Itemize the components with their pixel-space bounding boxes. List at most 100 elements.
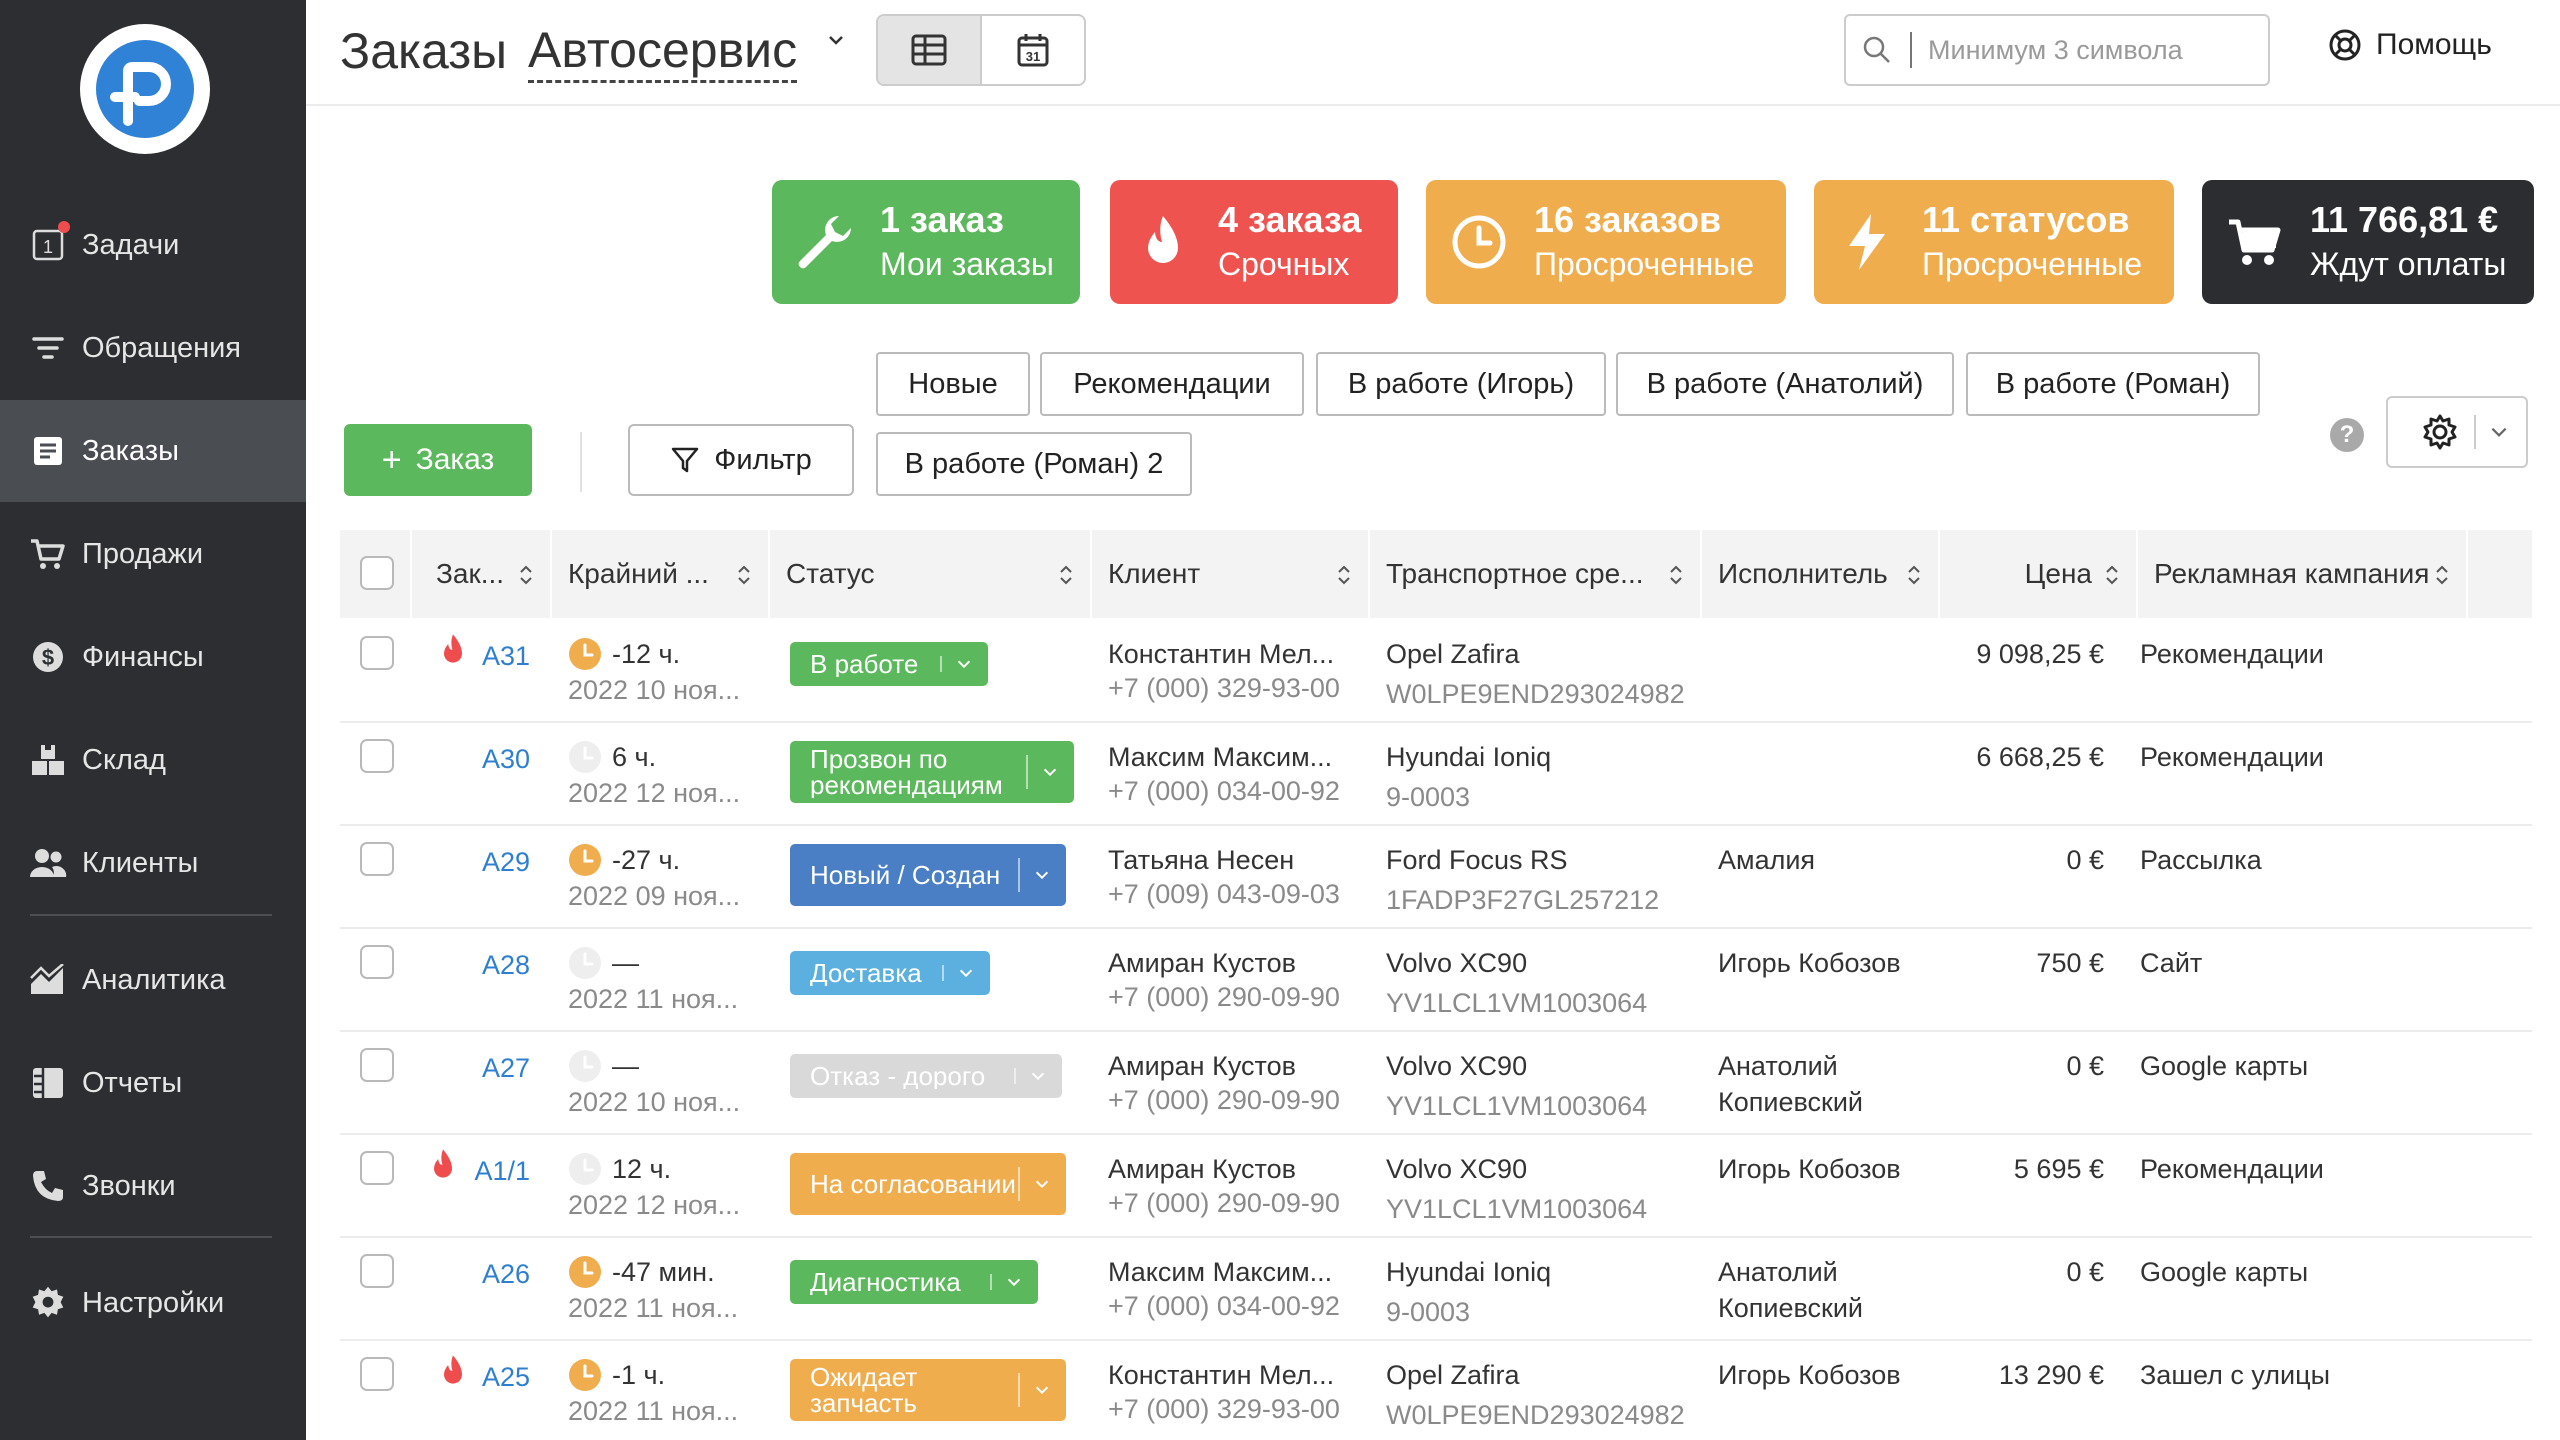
column-header-3[interactable]: Клиент bbox=[1092, 530, 1370, 618]
sidebar-item-0[interactable]: 1 Задачи bbox=[0, 194, 306, 296]
row-checkbox[interactable] bbox=[360, 739, 394, 773]
status-label: На согласовании bbox=[810, 1171, 1016, 1197]
client-name[interactable]: Константин Мел... bbox=[1108, 636, 1334, 672]
select-all-checkbox[interactable] bbox=[360, 556, 394, 590]
workshop-selector[interactable]: Автосервис bbox=[528, 22, 798, 83]
table-row[interactable]: A27 — 2022 10 ноя... Отказ - дорого Амиран К… bbox=[340, 1032, 2532, 1135]
deadline-clock-icon bbox=[568, 946, 602, 980]
client-name[interactable]: Константин Мел... bbox=[1108, 1357, 1334, 1393]
column-header-1[interactable]: Крайний ... bbox=[552, 530, 770, 618]
order-number-link[interactable]: A26 bbox=[482, 1256, 530, 1292]
client-phone[interactable]: +7 (000) 034-00-92 bbox=[1108, 773, 1340, 809]
sidebar-item-10[interactable]: Настройки bbox=[0, 1252, 306, 1354]
quick-filter-chip[interactable]: Рекомендации bbox=[1040, 352, 1304, 416]
deadline-value: — bbox=[612, 1051, 639, 1081]
row-checkbox[interactable] bbox=[360, 1048, 394, 1082]
order-number-link[interactable]: A31 bbox=[482, 638, 530, 674]
quick-filter-chip[interactable]: Новые bbox=[876, 352, 1030, 416]
order-number-link[interactable]: A29 bbox=[482, 844, 530, 880]
client-phone[interactable]: +7 (000) 290-09-90 bbox=[1108, 1185, 1340, 1221]
status-dropdown[interactable]: Прозвон по рекомендациям bbox=[790, 741, 1074, 803]
sidebar-item-6[interactable]: Клиенты bbox=[0, 812, 306, 914]
order-number-link[interactable]: A30 bbox=[482, 741, 530, 777]
status-dropdown[interactable]: Отказ - дорого bbox=[790, 1054, 1062, 1098]
help-question-icon[interactable]: ? bbox=[2330, 418, 2364, 452]
deadline-date: 2022 11 ноя... bbox=[568, 984, 739, 1014]
client-name[interactable]: Амиран Кустов bbox=[1108, 1151, 1296, 1187]
row-checkbox[interactable] bbox=[360, 1151, 394, 1185]
client-phone[interactable]: +7 (000) 329-93-00 bbox=[1108, 1391, 1340, 1427]
order-number-link[interactable]: A25 bbox=[482, 1359, 530, 1395]
table-row[interactable]: A31 -12 ч. 2022 10 ноя... В работе Константи… bbox=[340, 620, 2532, 723]
sidebar-item-label: Обращения bbox=[82, 331, 242, 364]
sidebar-item-2[interactable]: Заказы bbox=[0, 400, 306, 502]
search-input[interactable] bbox=[1910, 32, 2240, 68]
sidebar-item-7[interactable]: Аналитика bbox=[0, 929, 306, 1031]
row-checkbox[interactable] bbox=[360, 636, 394, 670]
app-logo[interactable] bbox=[80, 24, 210, 154]
client-phone[interactable]: +7 (009) 043-09-03 bbox=[1108, 876, 1340, 912]
client-name[interactable]: Максим Максим... bbox=[1108, 739, 1332, 775]
filter-button[interactable]: Фильтр bbox=[628, 424, 854, 496]
table-row[interactable]: A30 6 ч. 2022 12 ноя... Прозвон по рекоменд… bbox=[340, 723, 2532, 826]
client-name[interactable]: Амиран Кустов bbox=[1108, 945, 1296, 981]
column-header-2[interactable]: Статус bbox=[770, 530, 1092, 618]
help-button[interactable]: Помощь bbox=[2328, 28, 2492, 62]
status-dropdown[interactable]: Доставка bbox=[790, 951, 990, 995]
table-row[interactable]: A28 — 2022 11 ноя... Доставка Амиран Кустов +… bbox=[340, 929, 2532, 1032]
row-checkbox[interactable] bbox=[360, 1357, 394, 1391]
stat-card-3[interactable]: 11 статусов Просроченные bbox=[1814, 180, 2174, 304]
status-dropdown[interactable]: Новый / Создан bbox=[790, 844, 1066, 906]
add-order-button[interactable]: + Заказ bbox=[344, 424, 532, 496]
stat-card-0[interactable]: 1 заказ Мои заказы bbox=[772, 180, 1080, 304]
row-checkbox[interactable] bbox=[360, 945, 394, 979]
client-phone[interactable]: +7 (000) 034-00-92 bbox=[1108, 1288, 1340, 1324]
stat-card-2[interactable]: 16 заказов Просроченные bbox=[1426, 180, 1786, 304]
sidebar-item-4[interactable]: $ Финансы bbox=[0, 606, 306, 708]
table-row[interactable]: A1/1 12 ч. 2022 12 ноя... На согласовании Ам… bbox=[340, 1135, 2532, 1238]
chevron-down-icon[interactable] bbox=[826, 30, 846, 50]
sidebar-item-label: Финансы bbox=[82, 640, 204, 673]
client-name[interactable]: Татьяна Несен bbox=[1108, 842, 1294, 878]
calendar-view-button[interactable]: 31 bbox=[982, 16, 1084, 84]
status-label: Доставка bbox=[810, 960, 922, 986]
quick-filter-chip[interactable]: В работе (Игорь) bbox=[1316, 352, 1606, 416]
sidebar-item-9[interactable]: Звонки bbox=[0, 1135, 306, 1237]
column-header-6[interactable]: Цена bbox=[1940, 530, 2138, 618]
deadline-clock-icon bbox=[568, 1152, 602, 1186]
column-header-5[interactable]: Исполнитель bbox=[1702, 530, 1940, 618]
quick-filter-chip[interactable]: В работе (Роман) 2 bbox=[876, 432, 1192, 496]
quick-filter-chip[interactable]: В работе (Анатолий) bbox=[1616, 352, 1954, 416]
client-phone[interactable]: +7 (000) 290-09-90 bbox=[1108, 979, 1340, 1015]
column-header-7[interactable]: Рекламная кампания bbox=[2138, 530, 2468, 618]
order-number-link[interactable]: A28 bbox=[482, 947, 530, 983]
sidebar-item-3[interactable]: Продажи bbox=[0, 503, 306, 605]
lightning-icon bbox=[1832, 212, 1902, 272]
sidebar-item-1[interactable]: Обращения bbox=[0, 297, 306, 399]
sidebar-item-5[interactable]: Склад bbox=[0, 709, 306, 811]
column-header-4[interactable]: Транспортное сре... bbox=[1370, 530, 1702, 618]
client-name[interactable]: Максим Максим... bbox=[1108, 1254, 1332, 1290]
status-dropdown[interactable]: В работе bbox=[790, 642, 988, 686]
table-row[interactable]: A29 -27 ч. 2022 09 ноя... Новый / Создан Тат… bbox=[340, 826, 2532, 929]
row-checkbox[interactable] bbox=[360, 842, 394, 876]
status-dropdown[interactable]: Ожидает запчасть bbox=[790, 1359, 1066, 1421]
quick-filter-chip[interactable]: В работе (Роман) bbox=[1966, 352, 2260, 416]
status-dropdown[interactable]: На согласовании bbox=[790, 1153, 1066, 1215]
client-phone[interactable]: +7 (000) 290-09-90 bbox=[1108, 1082, 1340, 1118]
status-dropdown[interactable]: Диагностика bbox=[790, 1260, 1038, 1304]
sidebar-item-8[interactable]: Отчеты bbox=[0, 1032, 306, 1134]
row-checkbox[interactable] bbox=[360, 1254, 394, 1288]
stat-card-4[interactable]: 11 766,81 € Ждут оплаты bbox=[2202, 180, 2534, 304]
table-row[interactable]: A26 -47 мин. 2022 11 ноя... Диагностика Макс… bbox=[340, 1238, 2532, 1341]
vehicle-name: Opel Zafira bbox=[1386, 1360, 1520, 1390]
client-name[interactable]: Амиран Кустов bbox=[1108, 1048, 1296, 1084]
stat-card-1[interactable]: 4 заказа Срочных bbox=[1110, 180, 1398, 304]
table-row[interactable]: A25 -1 ч. 2022 11 ноя... Ожидает запчасть Ко… bbox=[340, 1341, 2532, 1440]
table-view-button[interactable] bbox=[878, 16, 982, 84]
column-header-0[interactable]: Зак... bbox=[412, 530, 552, 618]
table-settings-button[interactable] bbox=[2386, 396, 2528, 468]
client-phone[interactable]: +7 (000) 329-93-00 bbox=[1108, 670, 1340, 706]
order-number-link[interactable]: A1/1 bbox=[474, 1153, 530, 1189]
order-number-link[interactable]: A27 bbox=[482, 1050, 530, 1086]
